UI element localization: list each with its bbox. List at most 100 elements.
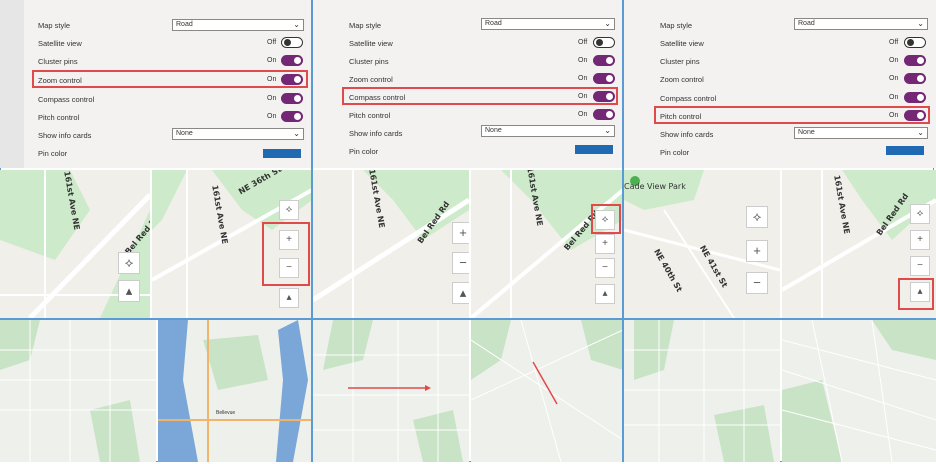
- zoom-in-button[interactable]: +: [910, 230, 930, 250]
- pitch-icon[interactable]: ▴: [595, 284, 615, 304]
- satellite-value: Off: [578, 39, 588, 46]
- compass-label: Compass control: [38, 95, 95, 104]
- pitch-icon[interactable]: ▴: [118, 280, 140, 302]
- pin-color-swatch[interactable]: [886, 146, 924, 155]
- zoom-highlight: [32, 70, 308, 88]
- zoom-in-button[interactable]: +: [595, 234, 615, 254]
- map-after[interactable]: 161st Ave NE Bel Red Rd ⟡ + − ▴: [782, 170, 936, 318]
- chevron-down-icon: ⌄: [604, 19, 611, 28]
- cluster-toggle[interactable]: [904, 55, 926, 66]
- map-style-dropdown[interactable]: Road ⌄: [794, 18, 928, 30]
- satellite-value: Off: [267, 39, 277, 46]
- row-satellite: Satellite view Off: [660, 35, 930, 52]
- overview-map-1: [313, 320, 469, 462]
- map-before[interactable]: 161st Ave NE Bel Red Rd + − ▴: [313, 170, 469, 318]
- info-dropdown[interactable]: None ⌄: [794, 127, 928, 139]
- compass-icon[interactable]: ⟡: [118, 252, 140, 274]
- info-dropdown[interactable]: None ⌄: [481, 125, 615, 137]
- satellite-toggle[interactable]: [593, 37, 615, 48]
- info-value: None: [485, 127, 502, 134]
- chevron-down-icon: ⌄: [293, 20, 300, 29]
- overview-map-1: [0, 320, 156, 462]
- settings-panel: Map style Road ⌄ Satellite view Off Clust…: [0, 0, 312, 168]
- satellite-value: Off: [889, 39, 899, 46]
- pitch-highlight: [654, 106, 930, 124]
- zoom-toggle[interactable]: [593, 73, 615, 84]
- zoom-out-button[interactable]: −: [910, 256, 930, 276]
- zoom-value: On: [578, 75, 588, 82]
- map-before-graphic: [313, 170, 469, 318]
- pin-color-swatch[interactable]: [263, 149, 301, 158]
- pitch-label: Pitch control: [349, 111, 391, 120]
- cluster-toggle[interactable]: [593, 55, 615, 66]
- pitch-icon[interactable]: ▴: [279, 288, 299, 308]
- settings-panel: Map style Road ⌄ Satellite view Off Clust…: [624, 0, 936, 168]
- compass-toggle[interactable]: [904, 92, 926, 103]
- row-divider: [0, 318, 936, 320]
- row-cluster: Cluster pins On: [660, 53, 930, 70]
- map-style-dropdown[interactable]: Road ⌄: [481, 18, 615, 30]
- satellite-toggle[interactable]: [281, 37, 303, 48]
- map-style-dropdown[interactable]: Road ⌄: [172, 19, 304, 31]
- pin-label: Pin color: [660, 148, 690, 157]
- info-value: None: [176, 130, 193, 137]
- pitch-button-highlight: [898, 278, 934, 310]
- map-style-value: Road: [485, 20, 502, 27]
- map-before[interactable]: 161st Ave NE Bel Red Rd ⟡ ▴: [0, 170, 150, 318]
- compass-toggle[interactable]: [281, 93, 303, 104]
- zoom-toggle[interactable]: [904, 73, 926, 84]
- pitch-value: On: [267, 113, 277, 120]
- info-dropdown[interactable]: None ⌄: [172, 128, 304, 140]
- zoom-label: Zoom control: [660, 75, 704, 84]
- zoom-value: On: [889, 75, 899, 82]
- pitch-toggle[interactable]: [593, 109, 615, 120]
- row-satellite: Satellite view Off: [38, 35, 308, 52]
- zoom-out-button[interactable]: −: [746, 272, 768, 294]
- compass-icon[interactable]: ⟡: [279, 200, 299, 220]
- info-value: None: [798, 129, 815, 136]
- map-before[interactable]: Cade View Park NE 40th St NE 41st St ⟡ +…: [624, 170, 780, 318]
- cluster-label: Cluster pins: [38, 57, 78, 66]
- zoom-label: Zoom control: [349, 75, 393, 84]
- compass-value: On: [267, 95, 277, 102]
- overview-map-1-graphic: [313, 320, 469, 462]
- row-pitch: Pitch control On: [38, 109, 308, 126]
- settings-panel: Map style Road ⌄ Satellite view Off Clust…: [313, 0, 623, 168]
- chevron-down-icon: ⌄: [917, 19, 924, 28]
- row-satellite: Satellite view Off: [349, 35, 619, 52]
- zoom-in-button[interactable]: +: [452, 222, 469, 244]
- row-cluster: Cluster pins On: [38, 53, 308, 70]
- map-style-label: Map style: [349, 21, 382, 30]
- map-after[interactable]: 161st Ave NE Bel Red Rd ⟡ + − ▴: [471, 170, 623, 318]
- pin-color-swatch[interactable]: [575, 145, 613, 154]
- cluster-value: On: [889, 57, 899, 64]
- compass-icon[interactable]: ⟡: [910, 204, 930, 224]
- map-style-value: Road: [798, 20, 815, 27]
- overview-map-2-graphic: [782, 320, 936, 462]
- pin-label: Pin color: [349, 147, 379, 156]
- overview-map-2-graphic: [158, 320, 312, 462]
- zoom-out-button[interactable]: −: [595, 258, 615, 278]
- column-divider: [311, 0, 313, 462]
- info-label: Show info cards: [349, 129, 403, 138]
- zoom-buttons-highlight: [262, 222, 310, 286]
- overview-map-1-graphic: [0, 320, 156, 462]
- pitch-toggle[interactable]: [281, 111, 303, 122]
- satellite-toggle[interactable]: [904, 37, 926, 48]
- column-pitch-control: Map style Road ⌄ Satellite view Off Clust…: [624, 0, 936, 464]
- map-style-value: Road: [176, 21, 193, 28]
- map-style-label: Map style: [660, 21, 693, 30]
- cluster-toggle[interactable]: [281, 55, 303, 66]
- row-zoom: Zoom control On: [660, 71, 930, 88]
- satellite-label: Satellite view: [349, 39, 393, 48]
- overview-map-2: Bellevue: [158, 320, 312, 462]
- map-after[interactable]: 161st Ave NE NE 36th St ⟡ + − ▴: [152, 170, 312, 318]
- compass-icon[interactable]: ⟡: [746, 206, 768, 228]
- map-style-label: Map style: [38, 21, 71, 30]
- satellite-label: Satellite view: [38, 39, 82, 48]
- zoom-in-button[interactable]: +: [746, 240, 768, 262]
- zoom-out-button[interactable]: −: [452, 252, 469, 274]
- overview-map-2: [471, 320, 623, 462]
- overview-map-1-graphic: [624, 320, 780, 462]
- pitch-icon[interactable]: ▴: [452, 282, 469, 304]
